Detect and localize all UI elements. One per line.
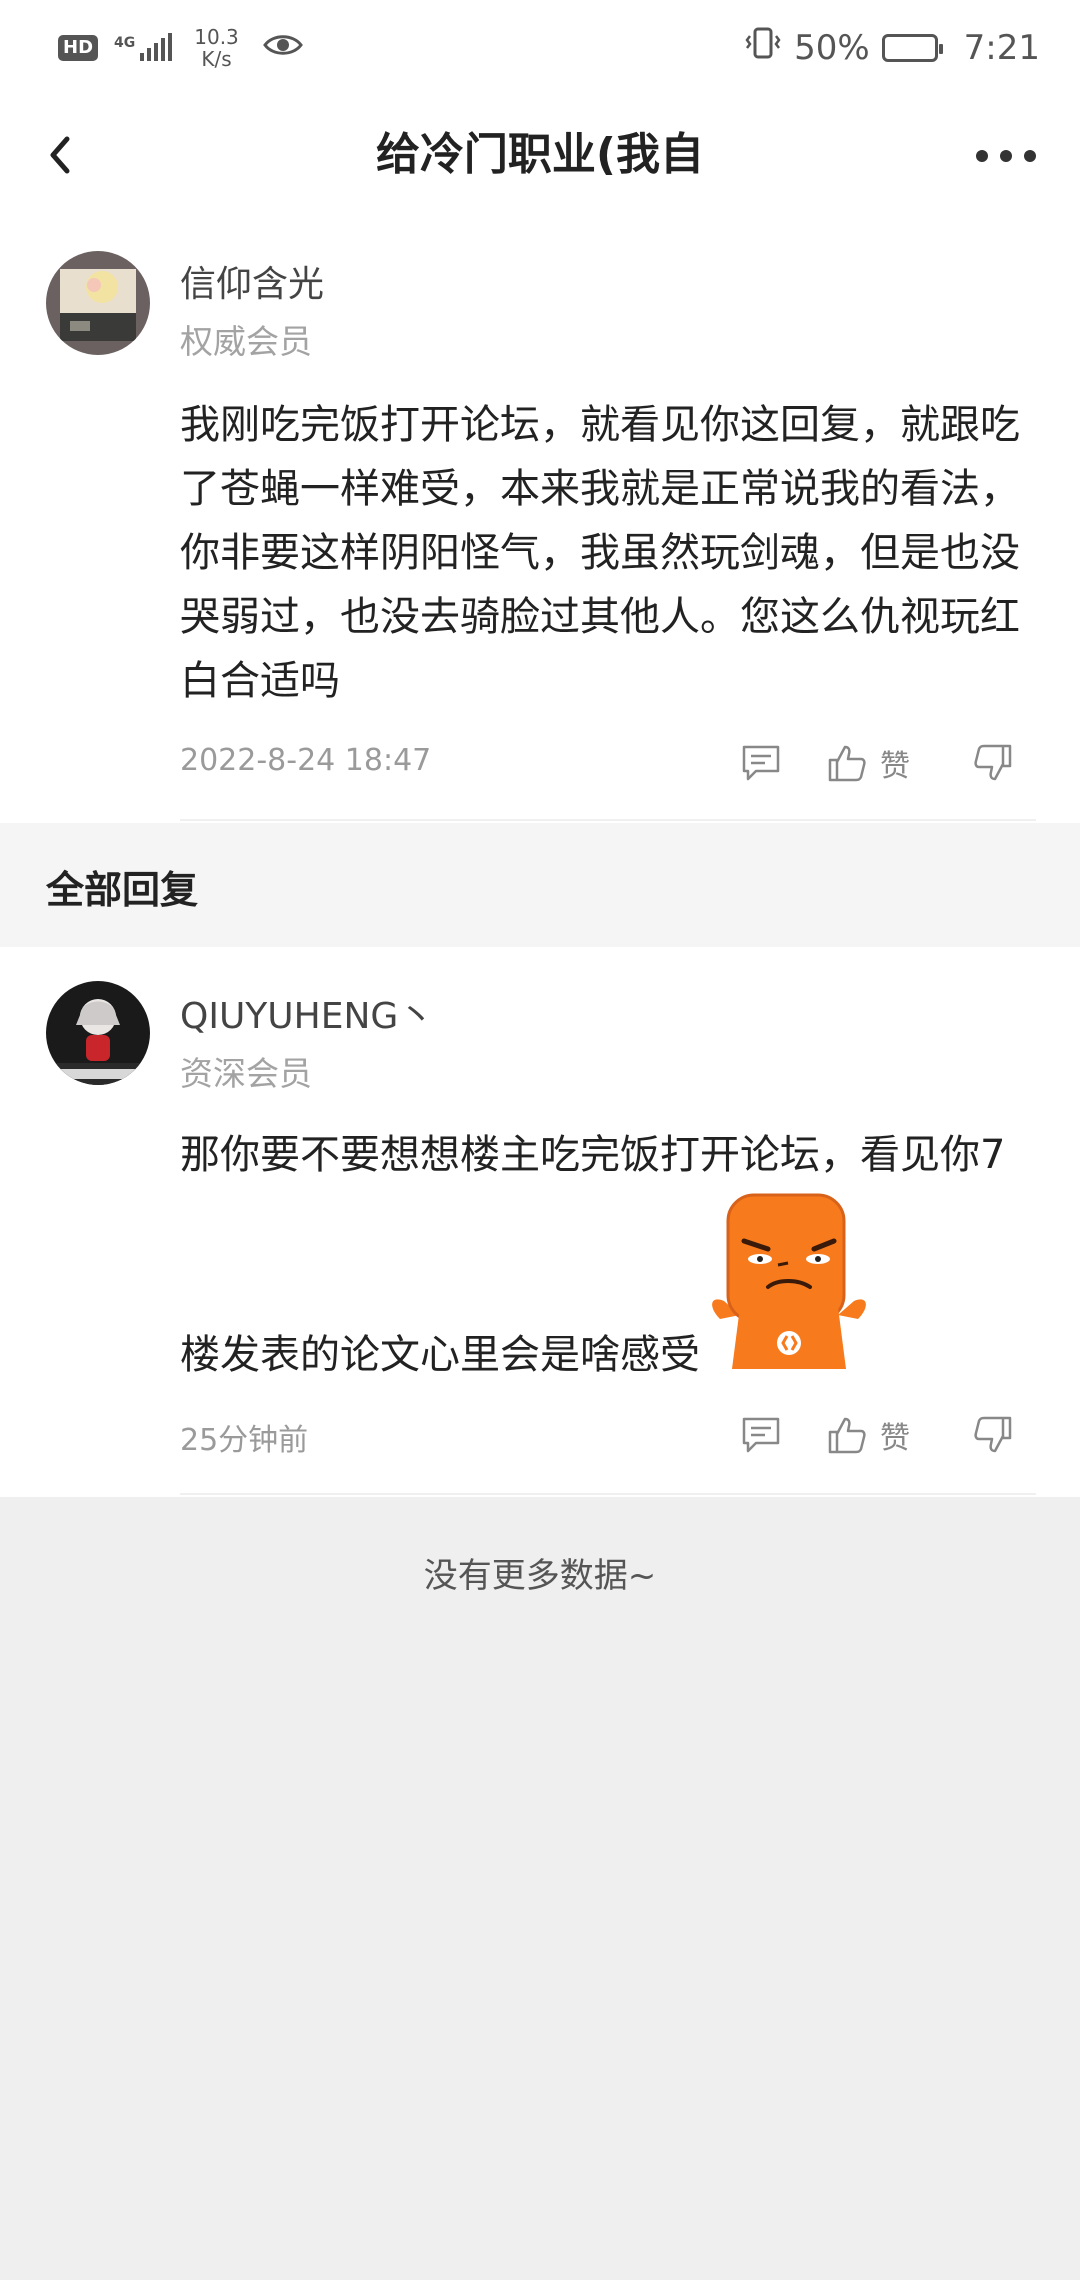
username[interactable]: QIUYUHENG丶 <box>180 987 434 1039</box>
more-dot <box>976 150 988 162</box>
clock: 7:21 <box>963 27 1040 68</box>
avatar[interactable] <box>46 981 150 1085</box>
section-title: 全部回复 <box>46 868 199 912</box>
like-button[interactable]: 赞 <box>826 1405 910 1465</box>
like-button[interactable]: 赞 <box>826 733 910 793</box>
content-line: 了苍蝇一样难受，本来我就是正常说我的看法， <box>180 466 1020 512</box>
divider <box>180 819 1036 821</box>
thumbs-up-icon <box>828 745 866 782</box>
more-button[interactable] <box>956 131 1056 181</box>
content-line: 你非要这样阴阳怪气，我虽然玩剑魂，但是也没 <box>180 530 1020 576</box>
net-speed-value: 10.3 <box>194 24 239 49</box>
thumbs-up-icon <box>828 1417 866 1454</box>
status-left: HD 4G 10.3 K/s <box>58 26 303 70</box>
post-content: 我刚吃完饭打开论坛，就看见你这回复，就跟吃 了苍蝇一样难受，本来我就是正常说我的… <box>180 393 1040 713</box>
member-level: 权威会员 <box>180 322 312 361</box>
battery-percent: 50% <box>794 27 870 68</box>
net-speed-unit: K/s <box>201 46 232 71</box>
status-bar: HD 4G 10.3 K/s 50% 7:21 <box>0 0 1080 95</box>
content-line: 哭弱过，也没去骑脸过其他人。您这么仇视玩红 <box>180 594 1020 640</box>
angry-emoji-sticker <box>706 1191 872 1373</box>
battery-icon <box>881 33 943 62</box>
member-level: 资深会员 <box>180 1054 312 1093</box>
comment-button[interactable] <box>740 1405 782 1465</box>
divider <box>180 1493 1036 1495</box>
username[interactable]: 信仰含光 <box>180 255 324 307</box>
comment-button[interactable] <box>740 733 782 793</box>
reply-actions: 赞 <box>740 1405 1080 1465</box>
thumbs-down-icon <box>974 744 1012 781</box>
net-speed: 10.3 K/s <box>194 26 239 70</box>
reply-time: 25分钟前 <box>180 1423 309 1458</box>
content-line: 我刚吃完饭打开论坛，就看见你这回复，就跟吃 <box>180 402 1020 448</box>
status-right: 50% 7:21 <box>744 26 1040 69</box>
reply-item: QIUYUHENG丶 资深会员 那你要不要想想楼主吃完饭打开论坛，看见你7 楼发… <box>0 947 1080 1497</box>
chevron-left-icon <box>50 136 70 174</box>
nav-bar: 给冷门职业(我自 <box>0 95 1080 215</box>
comment-icon <box>742 1417 780 1453</box>
eye-icon <box>262 28 303 68</box>
main-post: 信仰含光 权威会员 我刚吃完饭打开论坛，就看见你这回复，就跟吃 了苍蝇一样难受，… <box>0 215 1080 823</box>
more-dot <box>1000 150 1012 162</box>
hd-badge: HD <box>58 34 99 61</box>
comment-icon <box>742 745 780 781</box>
post-actions: 赞 <box>740 733 1080 793</box>
signal-icon: 4G <box>114 32 173 61</box>
content-line: 白合适吗 <box>180 658 340 704</box>
page-title: 给冷门职业(我自 <box>375 129 705 180</box>
avatar[interactable] <box>46 251 150 355</box>
like-label: 赞 <box>880 749 910 784</box>
back-button[interactable] <box>30 125 90 185</box>
like-label: 赞 <box>880 1421 910 1456</box>
reply-content-line-2: 楼发表的论文心里会是啥感受 <box>180 1332 700 1378</box>
network-type: 4G <box>114 34 136 51</box>
reply-content-line-1: 那你要不要想想楼主吃完饭打开论坛，看见你7 <box>180 1132 1006 1178</box>
no-more-data: 没有更多数据~ <box>423 1556 657 1596</box>
more-dot <box>1024 150 1036 162</box>
vibrate-icon <box>744 26 782 69</box>
all-replies-header: 全部回复 <box>0 823 1080 947</box>
post-time: 2022-8-24 18:47 <box>180 743 432 778</box>
thumbs-down-icon <box>974 1416 1012 1453</box>
dislike-button[interactable] <box>972 733 1014 793</box>
dislike-button[interactable] <box>972 1405 1014 1465</box>
